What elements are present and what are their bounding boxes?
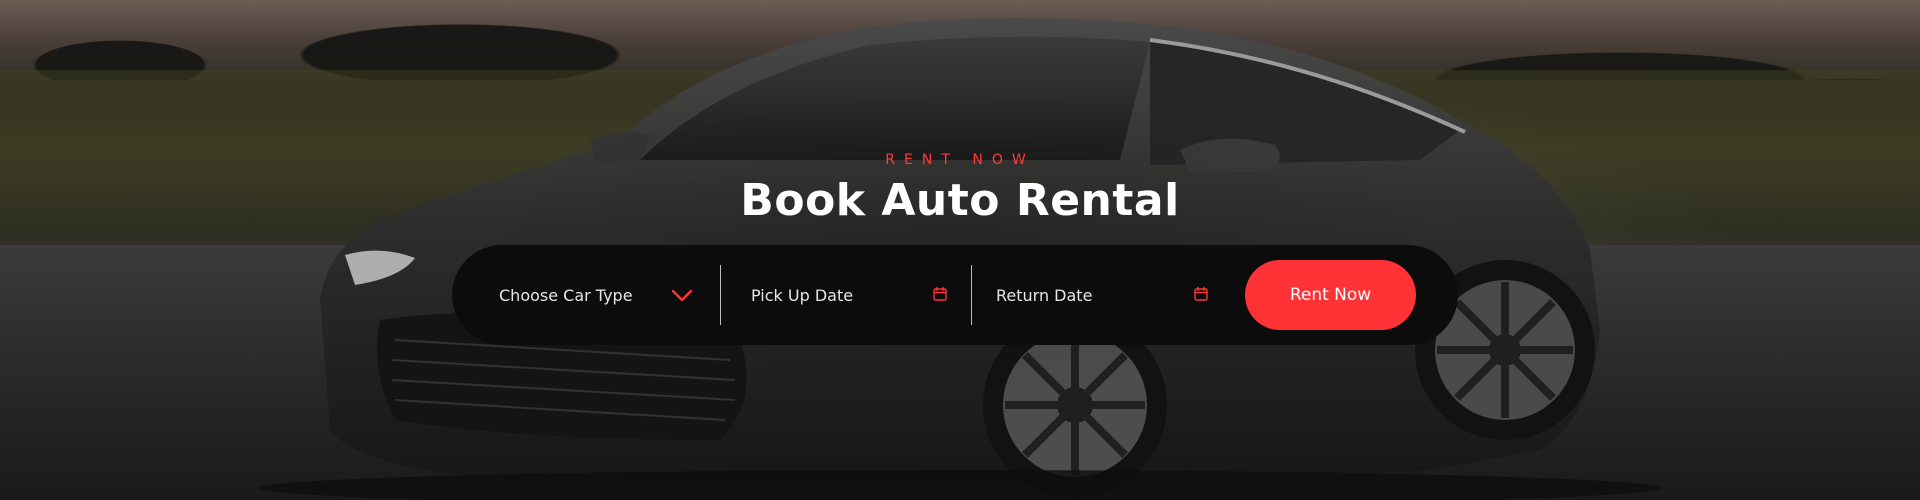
return-date-field[interactable]: Return Date [972,245,1226,345]
booking-form: Choose Car Type Pick Up Date Return Date… [452,245,1458,345]
car-type-select[interactable]: Choose Car Type [452,245,720,345]
car-type-label: Choose Car Type [499,285,633,305]
chevron-down-icon [670,283,694,307]
page-title: Book Auto Rental [740,175,1180,226]
calendar-icon[interactable] [1193,286,1209,302]
pickup-date-field[interactable]: Pick Up Date [721,245,971,345]
hero-eyebrow: RENT NOW [885,152,1035,168]
return-date-label: Return Date [996,285,1093,305]
pickup-date-label: Pick Up Date [751,285,854,305]
hero-section: RENT NOW Book Auto Rental Choose Car Typ… [0,0,1920,500]
rent-now-button[interactable]: Rent Now [1245,260,1416,330]
calendar-icon[interactable] [932,286,948,302]
